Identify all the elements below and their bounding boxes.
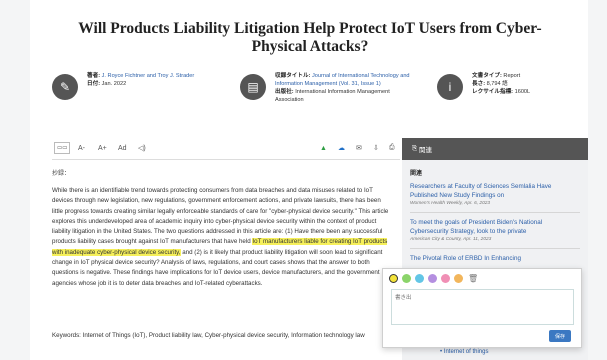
abstract-part-1: While there is an identifiable trend tow… xyxy=(52,187,389,246)
length-value: 8,794 語 xyxy=(486,81,508,87)
related-item[interactable]: To meet the goals of President Biden's N… xyxy=(410,218,580,243)
authors-link[interactable]: J. Royce Fichtner and Troy J. Strader xyxy=(102,73,195,79)
related-item-title[interactable]: The Pivotal Role of ERBD In Enhancing xyxy=(410,254,580,263)
related-item-source: American City & County, Apr. 11, 2023 xyxy=(410,237,492,242)
color-swatch[interactable] xyxy=(428,274,437,283)
note-input[interactable] xyxy=(391,289,574,325)
meta-source: ▤ 収録タイトル: Journal of International Techn… xyxy=(240,72,425,120)
document-page: Will Products Liability Litigation Help … xyxy=(30,0,588,360)
color-swatch[interactable] xyxy=(441,274,450,283)
email-icon[interactable]: ✉ xyxy=(356,142,362,154)
date-label: 日付: xyxy=(87,81,101,87)
trash-icon[interactable]: 🗑 xyxy=(468,274,478,283)
color-swatch[interactable] xyxy=(389,274,398,283)
keywords: Keywords: Internet of Things (IoT), Prod… xyxy=(52,332,365,339)
topic-label[interactable]: Internet of things xyxy=(444,349,489,355)
google-drive-icon[interactable]: ▲ xyxy=(320,142,327,154)
divider xyxy=(410,212,580,213)
length-label: 長さ: xyxy=(472,81,486,87)
sidebar-subheader: 関連 xyxy=(410,171,423,177)
lexile-value: 1600L xyxy=(514,89,531,95)
color-swatch[interactable] xyxy=(402,274,411,283)
doctype-label: 文書タイプ: xyxy=(472,73,502,79)
text-box-icon[interactable]: ▭▭ xyxy=(54,142,71,154)
related-item[interactable]: The Pivotal Role of ERBD In Enhancing xyxy=(410,254,580,263)
doctype-value: Report xyxy=(503,73,521,79)
sidebar-header-label: 関連 xyxy=(419,147,433,154)
meta-info: i 文書タイプ: Report 長さ: 8,794 語 レクサイル指標: 160… xyxy=(437,72,582,120)
related-item-source: Women's Health Weekly, Apr. 6, 2023 xyxy=(410,201,491,206)
source-label: 収録タイトル: xyxy=(275,73,311,79)
metadata-row: ✎ 著者: J. Royce Fichtner and Troy J. Stra… xyxy=(52,72,582,120)
font-decrease-icon[interactable]: A- xyxy=(78,142,85,154)
divider xyxy=(410,248,580,249)
related-item-title[interactable]: To meet the goals of President Biden's N… xyxy=(410,218,580,236)
listen-icon[interactable]: ◁) xyxy=(138,142,146,154)
abstract-label: 抄録： xyxy=(52,171,71,177)
related-item[interactable]: Researchers at Faculty of Sciences Semla… xyxy=(410,182,580,207)
topic-link[interactable]: • Internet of things xyxy=(440,349,488,355)
document-icon: ▤ xyxy=(240,74,266,100)
color-swatch[interactable] xyxy=(454,274,463,283)
abstract-text: While there is an identifiable trend tow… xyxy=(52,186,390,289)
reader-toolbar: ▭▭ A- A+ Ad ◁) ▲ ☁ ✉ ⇩ ⎙ xyxy=(52,138,400,160)
print-icon[interactable]: ⎙ xyxy=(389,142,395,154)
sidebar-header: ⎘ 関連 xyxy=(402,138,588,160)
article-title: Will Products Liability Litigation Help … xyxy=(78,20,542,55)
pen-icon: ✎ xyxy=(52,74,78,100)
highlight-popup: 🗑 保存 xyxy=(382,268,582,348)
lexile-label: レクサイル指標: xyxy=(472,89,514,95)
color-swatches: 🗑 xyxy=(389,274,478,283)
color-swatch[interactable] xyxy=(415,274,424,283)
save-button[interactable]: 保存 xyxy=(549,330,571,342)
download-icon[interactable]: ⇩ xyxy=(373,142,379,154)
font-increase-icon[interactable]: A+ xyxy=(98,142,107,154)
info-icon: i xyxy=(437,74,463,100)
date-value: Jan. 2022 xyxy=(101,81,127,87)
font-size-icon[interactable]: Ad xyxy=(118,142,127,154)
publisher-label: 出版社: xyxy=(275,89,294,95)
meta-authors: ✎ 著者: J. Royce Fichtner and Troy J. Stra… xyxy=(52,72,242,120)
related-item-title[interactable]: Researchers at Faculty of Sciences Semla… xyxy=(410,182,580,200)
authors-label: 著者: xyxy=(87,73,101,79)
onedrive-icon[interactable]: ☁ xyxy=(338,142,345,154)
related-icon: ⎘ xyxy=(412,145,418,152)
